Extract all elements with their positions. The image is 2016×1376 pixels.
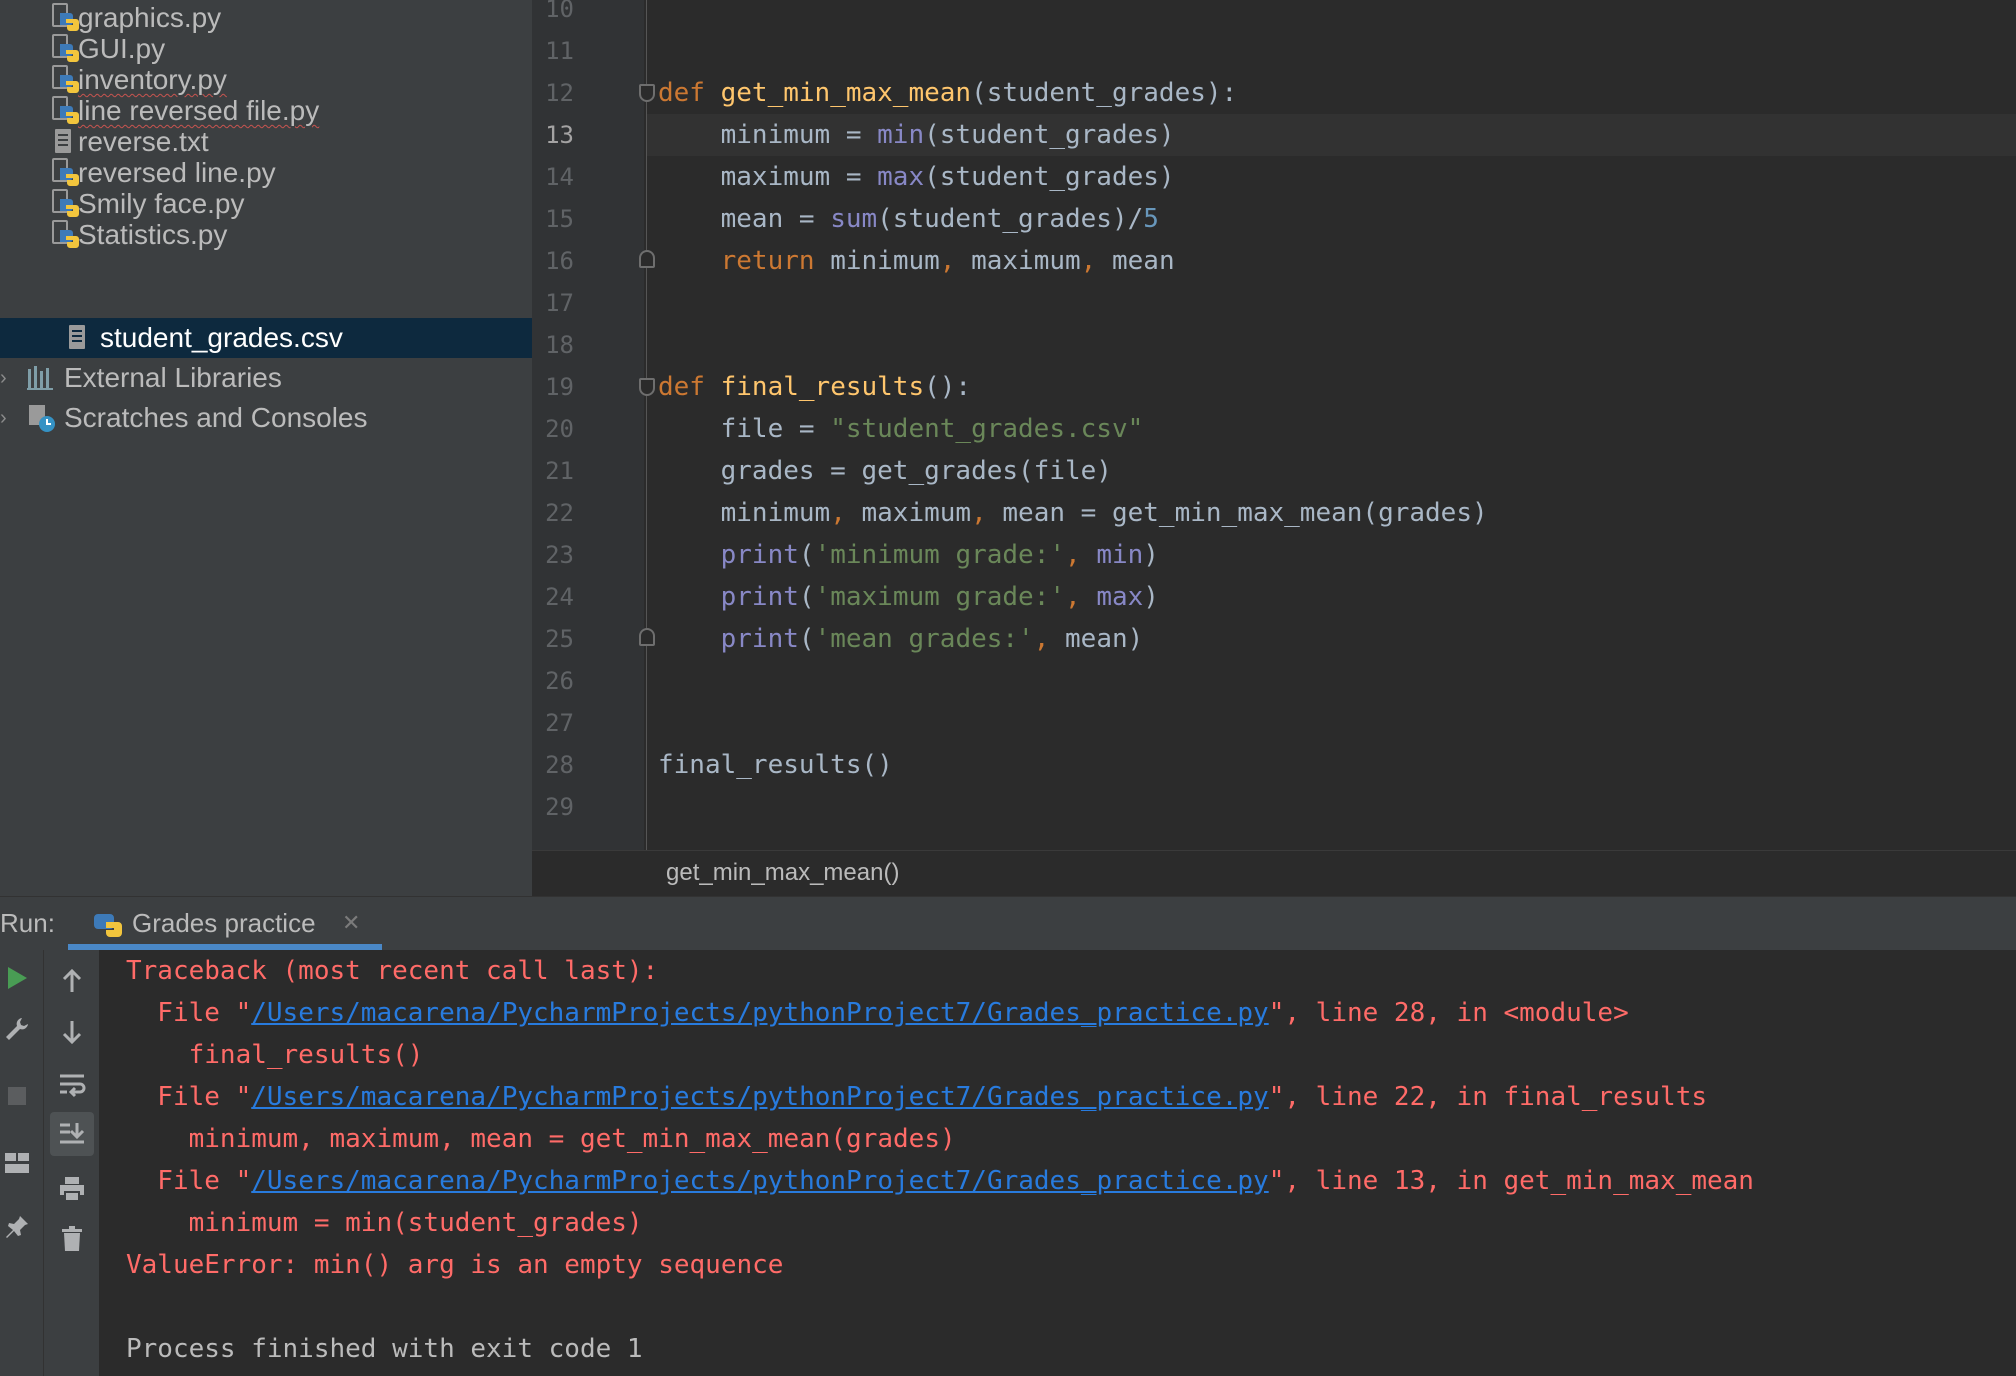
line-number: 29 bbox=[545, 793, 574, 821]
fold-marker-icon[interactable] bbox=[639, 250, 655, 268]
run-toolbar-secondary bbox=[44, 950, 100, 1376]
line-number: 25 bbox=[545, 625, 574, 653]
traceback-file-line: File "/Users/macarena/PycharmProjects/py… bbox=[126, 1160, 1754, 1202]
line-number: 19 bbox=[545, 373, 574, 401]
traceback-suffix: ", line 28, in <module> bbox=[1268, 998, 1629, 1028]
line-number: 27 bbox=[545, 709, 574, 737]
scroll-to-end-icon[interactable] bbox=[50, 1112, 94, 1156]
line-number: 24 bbox=[545, 583, 574, 611]
chevron-right-icon[interactable]: › bbox=[0, 366, 12, 390]
pin-icon[interactable] bbox=[2, 1212, 32, 1242]
run-icon[interactable] bbox=[2, 963, 32, 993]
fold-marker-icon[interactable] bbox=[639, 628, 655, 646]
traceback-code-line: final_results() bbox=[126, 1040, 424, 1070]
print-icon[interactable] bbox=[57, 1174, 87, 1204]
code-line[interactable]: maximum = max(student_grades) bbox=[658, 156, 1175, 198]
code-line[interactable]: mean = sum(student_grades)/5 bbox=[658, 198, 1159, 240]
tree-file-label: Statistics.py bbox=[78, 219, 228, 250]
line-number: 10 bbox=[545, 0, 574, 23]
tree-file-label: student_grades.csv bbox=[100, 322, 343, 353]
traceback-suffix: ", line 22, in final_results bbox=[1268, 1082, 1707, 1112]
traceback-header: Traceback (most recent call last): bbox=[126, 956, 659, 986]
code-line[interactable]: def get_min_max_mean(student_grades): bbox=[658, 72, 1237, 114]
library-icon bbox=[27, 366, 53, 390]
up-arrow-icon[interactable] bbox=[57, 966, 87, 996]
file-path-link[interactable]: /Users/macarena/PycharmProjects/pythonPr… bbox=[251, 1166, 1268, 1196]
tab-label: Grades practice bbox=[132, 908, 316, 938]
traceback-prefix: File " bbox=[126, 1082, 252, 1112]
tree-file-statistics[interactable]: Statistics.py bbox=[0, 215, 532, 255]
traceback-code-line: minimum = min(student_grades) bbox=[126, 1208, 643, 1238]
code-line[interactable]: def final_results(): bbox=[658, 366, 971, 408]
line-number: 28 bbox=[545, 751, 574, 779]
code-line[interactable]: grades = get_grades(file) bbox=[658, 450, 1112, 492]
code-line[interactable]: print('mean grades:', mean) bbox=[658, 618, 1144, 660]
line-number: 23 bbox=[545, 541, 574, 569]
text-file-icon bbox=[69, 325, 85, 349]
file-path-link[interactable]: /Users/macarena/PycharmProjects/pythonPr… bbox=[251, 998, 1268, 1028]
code-line[interactable]: print('minimum grade:', min) bbox=[658, 534, 1159, 576]
traceback-prefix: File " bbox=[126, 998, 252, 1028]
line-number: 13 bbox=[545, 121, 574, 149]
traceback-file-line: File "/Users/macarena/PycharmProjects/py… bbox=[126, 992, 1629, 1034]
tree-file-student-grades-csv[interactable]: student_grades.csv bbox=[0, 318, 532, 358]
project-tree-panel: graphics.py GUI.py inventory.py line rev… bbox=[0, 0, 532, 896]
traceback-prefix: File " bbox=[126, 1166, 252, 1196]
chevron-right-icon[interactable]: › bbox=[0, 406, 12, 430]
tree-external-libraries[interactable]: › External Libraries bbox=[0, 358, 532, 398]
down-arrow-icon[interactable] bbox=[57, 1017, 87, 1047]
line-number: 21 bbox=[545, 457, 574, 485]
soft-wrap-icon[interactable] bbox=[57, 1070, 87, 1100]
code-line[interactable]: final_results() bbox=[658, 744, 893, 786]
line-number: 18 bbox=[545, 331, 574, 359]
exit-message: Process finished with exit code 1 bbox=[126, 1334, 643, 1364]
error-message: ValueError: min() arg is an empty sequen… bbox=[126, 1250, 784, 1280]
line-number: 15 bbox=[545, 205, 574, 233]
python-icon bbox=[94, 914, 122, 937]
run-panel-label: Run: bbox=[0, 908, 55, 938]
tree-scratches-and-consoles[interactable]: › Scratches and Consoles bbox=[0, 398, 532, 438]
line-number: 11 bbox=[545, 37, 574, 65]
code-line[interactable]: minimum, maximum, mean = get_min_max_mea… bbox=[658, 492, 1488, 534]
line-number: 12 bbox=[545, 79, 574, 107]
stop-icon[interactable] bbox=[2, 1081, 32, 1111]
tree-external-libraries-label: External Libraries bbox=[64, 362, 282, 393]
line-number: 14 bbox=[545, 163, 574, 191]
scratches-icon bbox=[29, 405, 55, 432]
gutter-divider bbox=[646, 0, 647, 850]
code-line[interactable]: return minimum, maximum, mean bbox=[658, 240, 1175, 282]
close-icon[interactable]: ✕ bbox=[342, 908, 360, 938]
line-number: 16 bbox=[545, 247, 574, 275]
fold-marker-icon[interactable] bbox=[639, 84, 655, 102]
code-line[interactable]: print('maximum grade:', max) bbox=[658, 576, 1159, 618]
line-number: 22 bbox=[545, 499, 574, 527]
breadcrumb[interactable]: get_min_max_mean() bbox=[666, 858, 899, 888]
traceback-suffix: ", line 13, in get_min_max_mean bbox=[1268, 1166, 1754, 1196]
line-number: 17 bbox=[545, 289, 574, 317]
line-number: 20 bbox=[545, 415, 574, 443]
code-line[interactable]: file = "student_grades.csv" bbox=[658, 408, 1144, 450]
trash-icon[interactable] bbox=[57, 1224, 87, 1254]
traceback-code-line: minimum, maximum, mean = get_min_max_mea… bbox=[126, 1124, 956, 1154]
layout-icon[interactable] bbox=[2, 1148, 32, 1178]
fold-marker-icon[interactable] bbox=[639, 378, 655, 396]
traceback-file-line: File "/Users/macarena/PycharmProjects/py… bbox=[126, 1076, 1707, 1118]
tree-scratches-label: Scratches and Consoles bbox=[64, 402, 368, 433]
line-number: 26 bbox=[545, 667, 574, 695]
python-file-icon bbox=[52, 220, 79, 248]
code-line[interactable]: minimum = min(student_grades) bbox=[658, 114, 1175, 156]
wrench-icon[interactable] bbox=[2, 1014, 32, 1044]
file-path-link[interactable]: /Users/macarena/PycharmProjects/pythonPr… bbox=[251, 1082, 1268, 1112]
